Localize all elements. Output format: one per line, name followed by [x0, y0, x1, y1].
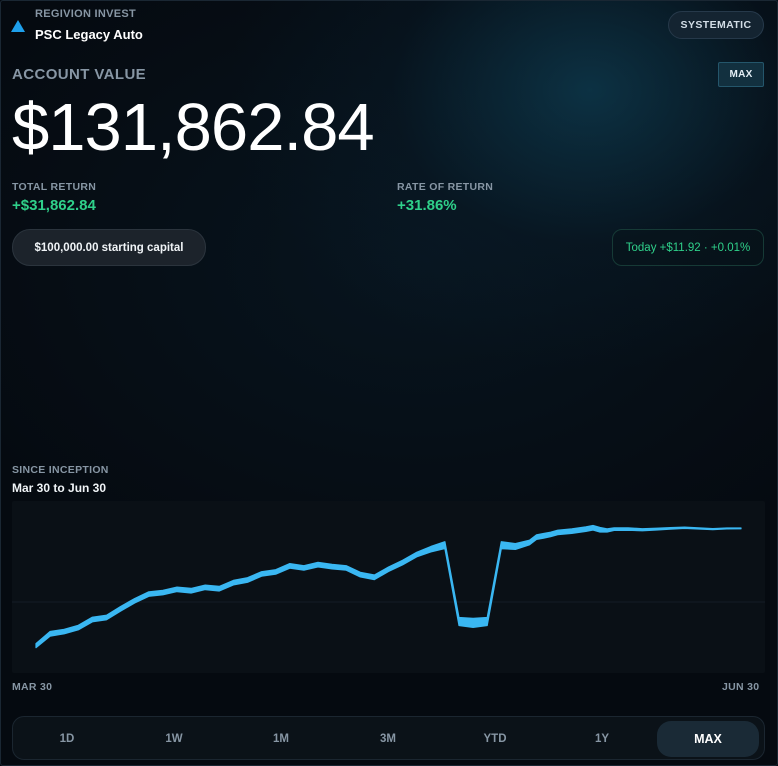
date-range-label: Mar 30 to Jun 30 — [12, 481, 107, 495]
range-tab-3m[interactable]: 3M — [338, 721, 438, 757]
max-range-button[interactable]: MAX — [718, 62, 764, 87]
range-tab-1y[interactable]: 1Y — [552, 721, 652, 757]
x-axis-end-label: JUN 30 — [722, 681, 760, 693]
triangle-logo-icon — [11, 20, 25, 32]
account-value-line — [35, 524, 742, 649]
total-return-label: TOTAL RETURN — [12, 181, 97, 193]
account-value: $131,862.84 — [12, 90, 375, 165]
systematic-badge[interactable]: SYSTEMATIC — [668, 11, 764, 39]
range-tab-1m[interactable]: 1M — [231, 721, 331, 757]
strategy-name: PSC Legacy Auto — [35, 27, 143, 42]
performance-chart[interactable] — [12, 501, 765, 673]
rate-of-return-label: RATE OF RETURN — [397, 181, 494, 193]
range-tab-max[interactable]: MAX — [657, 721, 759, 757]
total-return-value: +$31,862.84 — [12, 197, 96, 214]
today-change-pill: Today +$11.92 · +0.01% — [612, 229, 764, 266]
range-tab-1d[interactable]: 1D — [17, 721, 117, 757]
performance-chart-svg — [12, 524, 765, 649]
x-axis-start-label: MAR 30 — [12, 681, 53, 693]
range-tab-ytd[interactable]: YTD — [445, 721, 545, 757]
brand-name: REGIVION INVEST — [35, 8, 137, 20]
time-range-selector: 1D 1W 1M 3M YTD 1Y MAX — [12, 716, 765, 760]
starting-capital-pill: $100,000.00 starting capital — [12, 229, 206, 266]
rate-of-return-value: +31.86% — [397, 197, 457, 214]
account-value-label: ACCOUNT VALUE — [12, 66, 147, 83]
since-inception-label: SINCE INCEPTION — [12, 464, 109, 476]
range-tab-1w[interactable]: 1W — [124, 721, 224, 757]
